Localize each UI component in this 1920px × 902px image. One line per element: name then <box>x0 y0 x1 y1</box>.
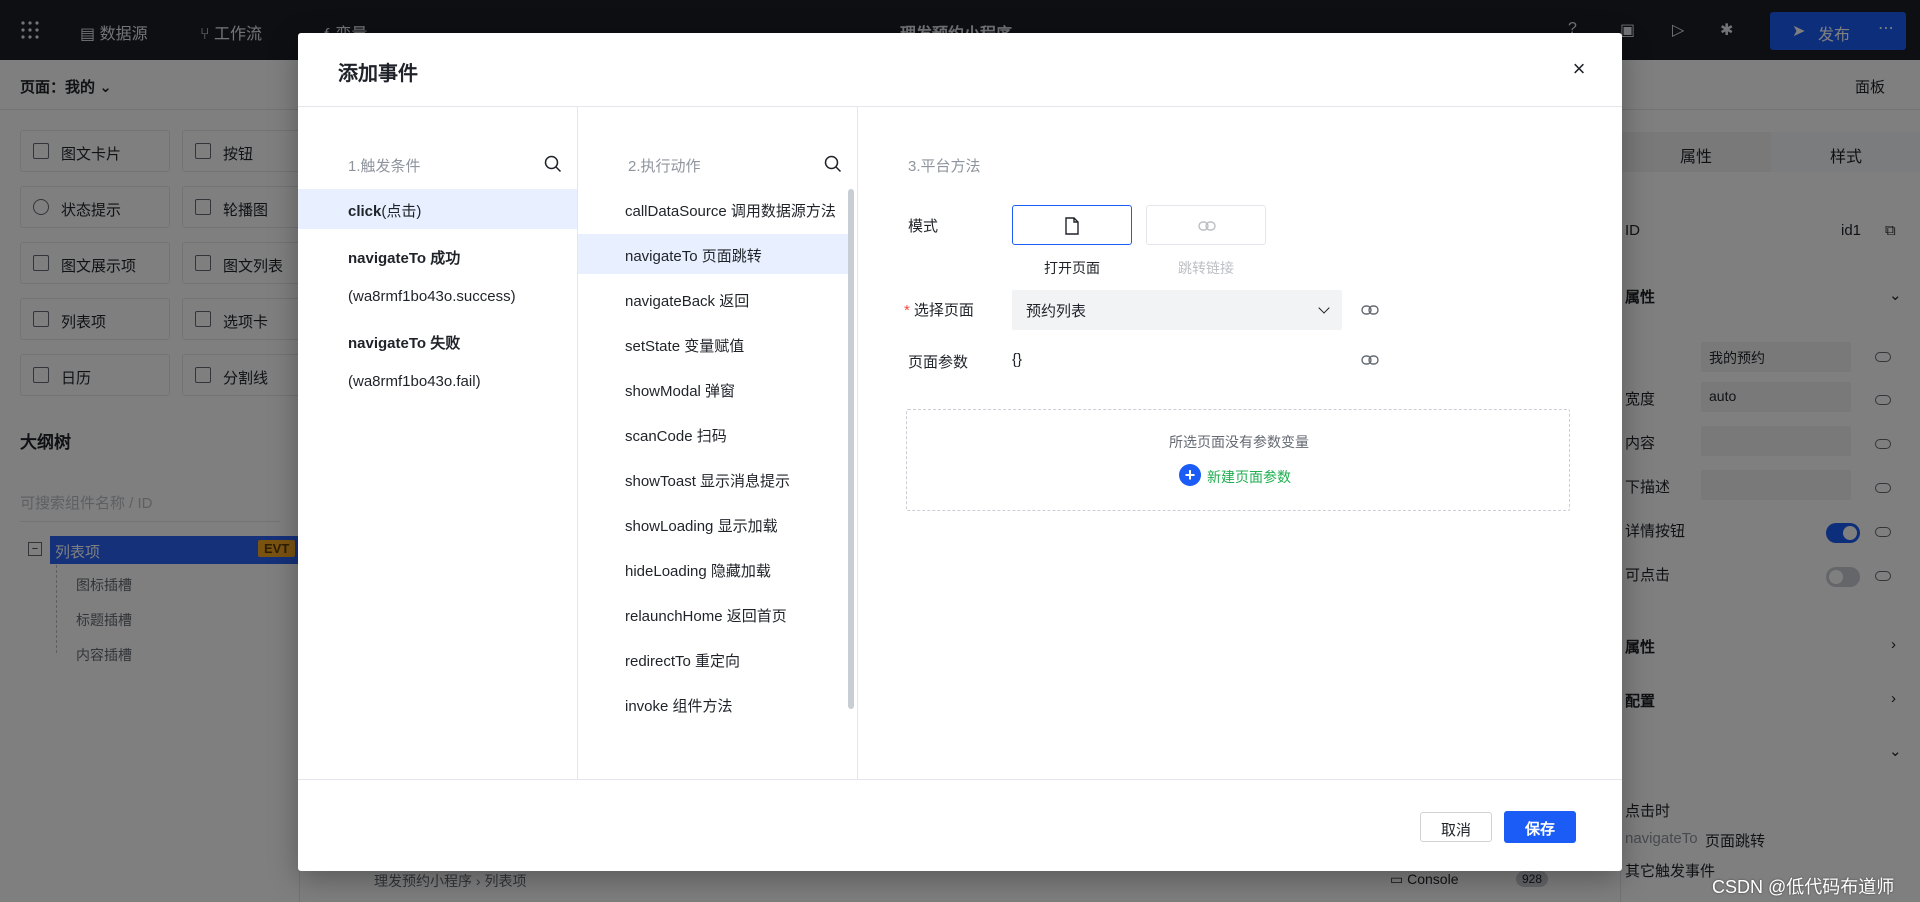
action-scrollbar[interactable] <box>848 189 854 709</box>
platform-header: 3.平台方法 <box>908 158 981 175</box>
action-item[interactable]: setState 变量赋值 <box>578 324 850 364</box>
action-item-selected[interactable]: navigateTo 页面跳转 <box>578 234 850 274</box>
trigger-item-nav-success[interactable]: navigateTo 成功 <box>298 247 577 268</box>
empty-params-text: 所选页面没有参数变量 <box>1169 434 1309 450</box>
action-column: 2.执行动作 callDataSource 调用数据源方法 navigateTo… <box>578 107 858 780</box>
trigger-item-click[interactable]: click(点击) <box>298 189 577 229</box>
action-header: 2.执行动作 <box>628 158 701 175</box>
action-item[interactable]: showToast 显示消息提示 <box>578 459 850 499</box>
page-params-label: 页面参数 <box>908 354 969 371</box>
action-item[interactable]: showLoading 显示加载 <box>578 504 850 544</box>
search-icon[interactable] <box>824 155 842 173</box>
bind-link-icon[interactable] <box>1361 304 1379 316</box>
watermark: CSDN @低代码布道师 <box>1712 877 1895 897</box>
mode-jump-link-caption: 跳转链接 <box>1178 260 1234 276</box>
close-icon[interactable]: × <box>1566 56 1592 82</box>
trigger-item-nav-fail-id[interactable]: (wa8rmf1bo43o.fail) <box>348 373 481 390</box>
action-item[interactable]: navigateBack 返回 <box>578 279 850 319</box>
required-mark: * <box>904 302 910 319</box>
bind-link-icon[interactable] <box>1361 354 1379 366</box>
trigger-header: 1.触发条件 <box>348 158 421 175</box>
search-icon[interactable] <box>544 155 562 173</box>
dialog-footer: 取消 保存 <box>298 779 1622 871</box>
dialog-title: 添加事件 <box>338 63 418 85</box>
dialog-header: 添加事件 × <box>298 33 1622 107</box>
chevron-down-icon <box>1318 302 1330 314</box>
save-button[interactable]: 保存 <box>1504 811 1576 843</box>
action-item[interactable]: invoke 组件方法 <box>578 684 850 724</box>
action-item[interactable]: relaunchHome 返回首页 <box>578 594 850 634</box>
action-item[interactable]: redirectTo 重定向 <box>578 639 850 679</box>
trigger-item-nav-fail[interactable]: navigateTo 失败 <box>298 332 577 353</box>
mode-open-page-button[interactable] <box>1012 205 1132 245</box>
platform-column: 3.平台方法 模式 打开页面 跳转链接 *选择页面 预约列表 页面参数 {} <box>858 107 1622 779</box>
document-icon <box>1065 217 1079 235</box>
cancel-button[interactable]: 取消 <box>1420 812 1492 842</box>
plus-circle-icon: + <box>1179 464 1201 486</box>
action-item[interactable]: showModal 弹窗 <box>578 369 850 409</box>
link-icon <box>1198 221 1216 231</box>
add-event-dialog: 添加事件 × 1.触发条件 click(点击) navigateTo 成功 (w… <box>298 33 1622 871</box>
mode-jump-link-button[interactable] <box>1146 205 1266 245</box>
mode-open-page-caption: 打开页面 <box>1044 260 1100 276</box>
mode-label: 模式 <box>908 218 939 235</box>
select-page-label: * 选择页面 <box>904 302 974 319</box>
select-page-dropdown[interactable]: 预约列表 <box>1012 290 1342 330</box>
action-item[interactable]: hideLoading 隐藏加载 <box>578 549 850 589</box>
page-params-value[interactable]: {} <box>1012 351 1022 368</box>
action-item[interactable]: scanCode 扫码 <box>578 414 850 454</box>
trigger-item-nav-success-id[interactable]: (wa8rmf1bo43o.success) <box>348 288 516 305</box>
action-item[interactable]: callDataSource 调用数据源方法 <box>578 189 850 229</box>
trigger-column: 1.触发条件 click(点击) navigateTo 成功 (wa8rmf1b… <box>298 107 578 779</box>
page-params-area: 所选页面没有参数变量 + 新建页面参数 <box>906 409 1570 511</box>
